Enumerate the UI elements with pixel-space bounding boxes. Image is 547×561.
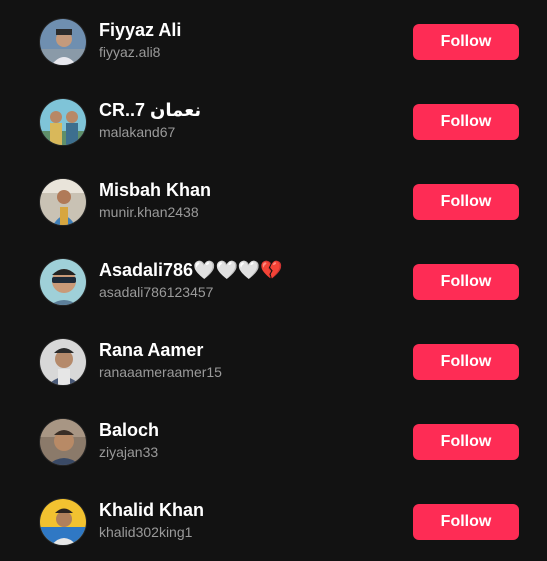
suggested-users-list: Fiyyaz Ali fiyyaz.ali8 Follow CR..7 نعما… [0, 0, 547, 561]
avatar[interactable] [39, 18, 87, 66]
avatar[interactable] [39, 258, 87, 306]
user-name[interactable]: Baloch [99, 419, 399, 441]
follow-button[interactable]: Follow [413, 424, 519, 460]
follow-button[interactable]: Follow [413, 504, 519, 540]
avatar[interactable] [39, 98, 87, 146]
follow-button[interactable]: Follow [413, 184, 519, 220]
user-handle[interactable]: asadali786123457 [99, 283, 399, 301]
user-row: CR..7 نعمان malakand67 Follow [0, 98, 547, 178]
user-row: Misbah Khan munir.khan2438 Follow [0, 178, 547, 258]
user-name[interactable]: Asadali786🤍🤍🤍💔 [99, 259, 399, 281]
avatar[interactable] [39, 178, 87, 226]
user-name[interactable]: Fiyyaz Ali [99, 19, 399, 41]
user-name[interactable]: Khalid Khan [99, 499, 399, 521]
avatar[interactable] [39, 338, 87, 386]
user-handle[interactable]: fiyyaz.ali8 [99, 43, 399, 61]
user-name[interactable]: Misbah Khan [99, 179, 399, 201]
user-name[interactable]: Rana Aamer [99, 339, 399, 361]
user-handle[interactable]: ranaaameraamer15 [99, 363, 399, 381]
user-row: Khalid Khan khalid302king1 Follow [0, 498, 547, 561]
user-row: Fiyyaz Ali fiyyaz.ali8 Follow [0, 18, 547, 98]
user-row: Rana Aamer ranaaameraamer15 Follow [0, 338, 547, 418]
user-handle[interactable]: munir.khan2438 [99, 203, 399, 221]
user-name[interactable]: CR..7 نعمان [99, 99, 399, 121]
follow-button[interactable]: Follow [413, 24, 519, 60]
follow-button[interactable]: Follow [413, 264, 519, 300]
user-handle[interactable]: ziyajan33 [99, 443, 399, 461]
user-row: Baloch ziyajan33 Follow [0, 418, 547, 498]
follow-button[interactable]: Follow [413, 104, 519, 140]
user-handle[interactable]: khalid302king1 [99, 523, 399, 541]
avatar[interactable] [39, 498, 87, 546]
user-handle[interactable]: malakand67 [99, 123, 399, 141]
follow-button[interactable]: Follow [413, 344, 519, 380]
user-row: Asadali786🤍🤍🤍💔 asadali786123457 Follow [0, 258, 547, 338]
avatar[interactable] [39, 418, 87, 466]
